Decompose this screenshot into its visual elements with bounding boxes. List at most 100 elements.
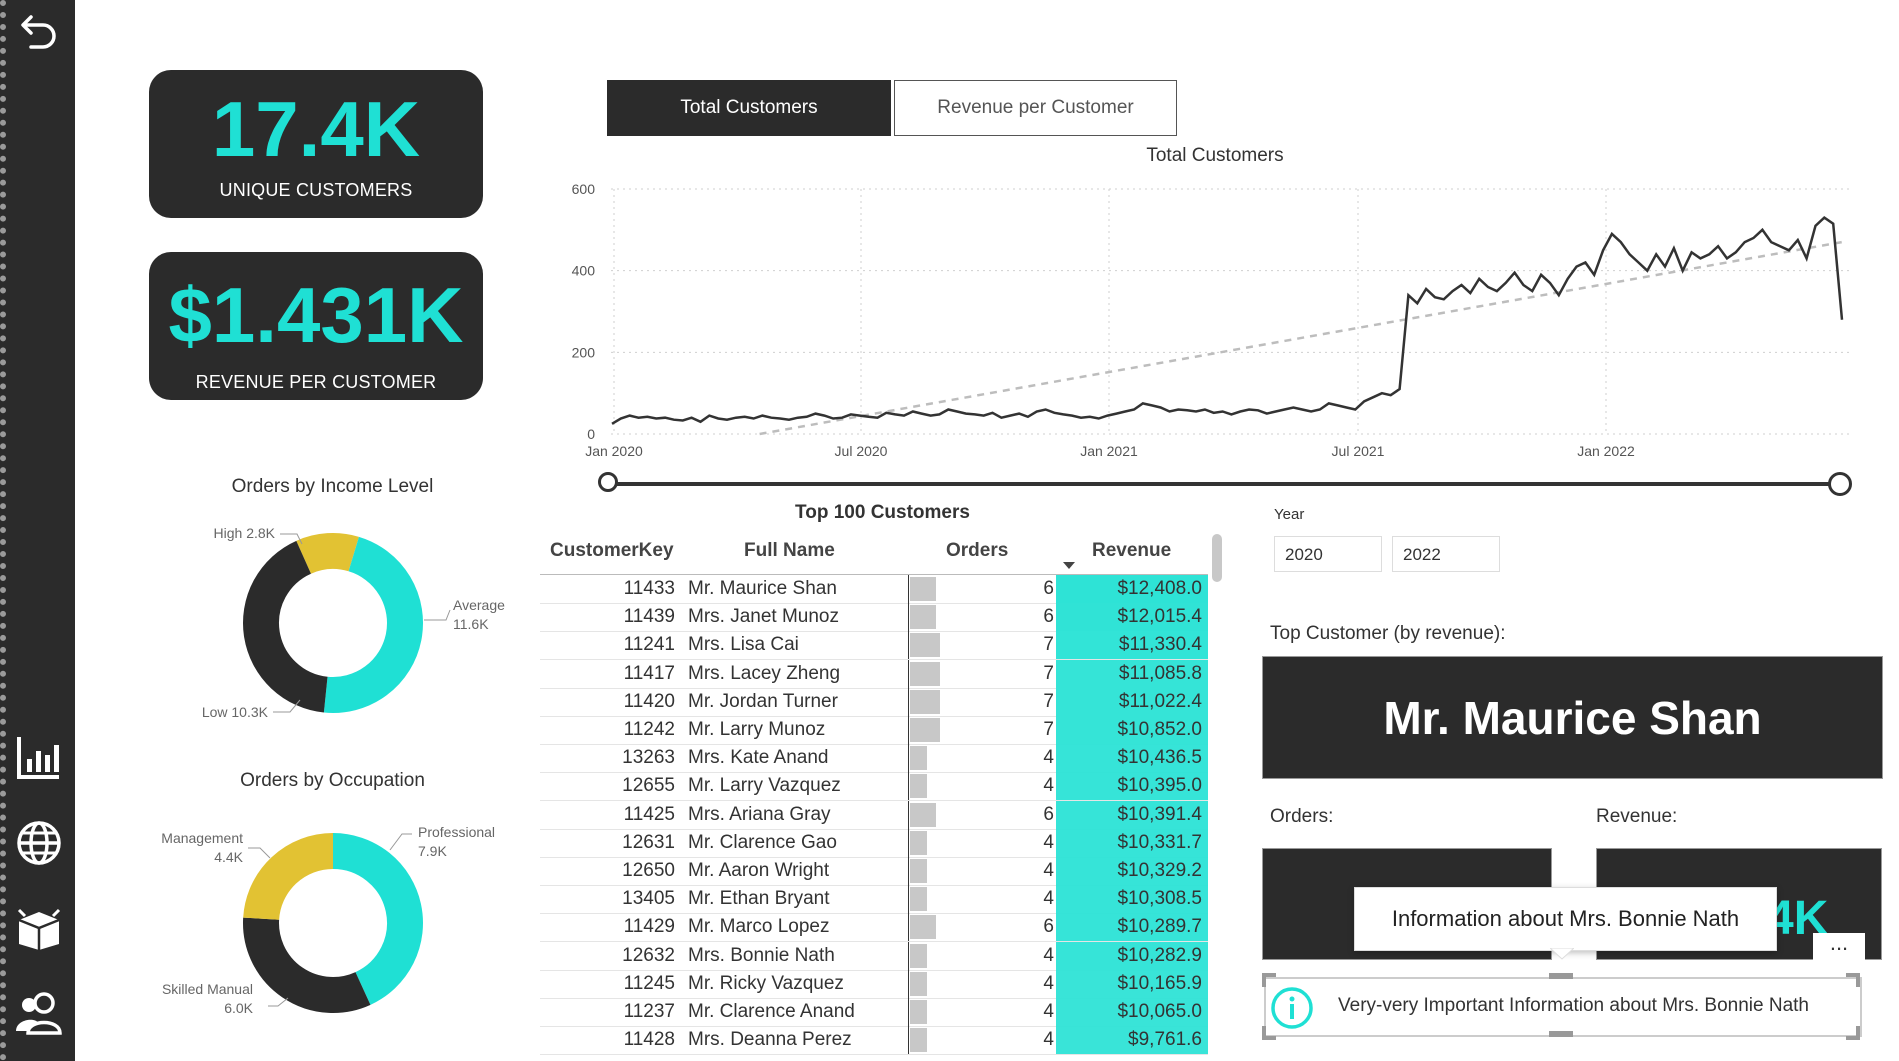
column-divider	[908, 603, 909, 632]
cell-revenue: $10,852.0	[1056, 716, 1208, 744]
cell-full-name: Mr. Clarence Anand	[688, 1001, 855, 1022]
header-customerkey[interactable]: CustomerKey	[550, 540, 674, 562]
resize-handle-top[interactable]	[1549, 973, 1573, 979]
bar-chart-icon[interactable]	[14, 732, 64, 782]
x-tick-label: Jan 2021	[1080, 443, 1138, 459]
slice-label: Low 10.3K	[202, 704, 269, 720]
cell-customerkey: 11237	[623, 1001, 675, 1022]
cell-revenue: $10,436.5	[1056, 744, 1208, 773]
top-customer-card: Mr. Maurice Shan	[1262, 656, 1883, 779]
more-options-button[interactable]: ...	[1813, 932, 1865, 963]
donut-income-title: Orders by Income Level	[231, 476, 434, 497]
column-divider	[908, 772, 909, 801]
donut-income-level: High 2.8K Average 11.6K Low 10.3K	[202, 525, 505, 720]
slice-label: 6.0K	[224, 1000, 253, 1016]
table-row[interactable]: 11242 Mr. Larry Munoz 7 $10,852.0	[540, 716, 1208, 745]
table-row[interactable]: 11417 Mrs. Lacey Zheng 7 $11,085.8	[540, 659, 1208, 689]
line-chart-title: Total Customers	[1146, 145, 1284, 166]
orders-label: Orders:	[1270, 806, 1334, 827]
resize-handle-bottom-right[interactable]	[1846, 1026, 1860, 1040]
line-chart: 0 200 400 600 Jan 2020 Jul 2020 Jan 2021 Jul 2…	[572, 181, 1850, 459]
revenue-value: $10,331.7	[1117, 831, 1202, 853]
column-divider	[908, 969, 909, 998]
donut-slice-professional	[332, 833, 423, 1005]
revenue-value: $10,436.5	[1117, 747, 1202, 769]
tab-total-customers[interactable]: Total Customers	[607, 80, 891, 136]
resize-handle-bottom-left[interactable]	[1262, 1026, 1276, 1040]
table-row[interactable]: 11241 Mrs. Lisa Cai 7 $11,330.4	[540, 631, 1208, 661]
resize-handle-top-left[interactable]	[1262, 973, 1276, 987]
year-to-input[interactable]: 2022	[1392, 536, 1500, 572]
header-revenue[interactable]: Revenue	[1092, 540, 1171, 562]
revenue-value: $10,282.9	[1117, 944, 1202, 966]
donut-occupation: Professional 7.9K Skilled Manual 6.0K Manage…	[161, 824, 495, 1016]
resize-handle-top-right[interactable]	[1846, 973, 1860, 987]
table-row[interactable]: 11425 Mrs. Ariana Gray 6 $10,391.4	[540, 800, 1208, 830]
orders-databar	[910, 633, 940, 658]
back-arrow-icon[interactable]	[14, 6, 64, 56]
column-divider	[908, 998, 909, 1026]
table-row[interactable]: 13263 Mrs. Kate Anand 4 $10,436.5	[540, 744, 1208, 774]
people-icon[interactable]	[14, 988, 64, 1038]
cell-customerkey: 11425	[623, 803, 675, 825]
cell-full-name: Mr. Ricky Vazquez	[688, 972, 844, 994]
cell-full-name: Mrs. Deanna Perez	[688, 1029, 852, 1051]
donut-slice-skilled-manual	[243, 917, 371, 1013]
table-row[interactable]: 12650 Mr. Aaron Wright 4 $10,329.2	[540, 857, 1208, 886]
table-row[interactable]: 11245 Mr. Ricky Vazquez 4 $10,165.9	[540, 969, 1208, 999]
cell-revenue: $10,329.2	[1056, 857, 1208, 885]
series-line-total-customers	[611, 216, 1844, 425]
cell-full-name: Mrs. Kate Anand	[688, 747, 829, 769]
table-row[interactable]: 11420 Mr. Jordan Turner 7 $11,022.4	[540, 687, 1208, 717]
slider-handle-end[interactable]	[1828, 472, 1852, 496]
globe-icon[interactable]	[14, 818, 64, 868]
cell-orders: 4	[910, 942, 1060, 970]
orders-value: 4	[1043, 944, 1054, 966]
info-box[interactable]: Very-very Important Information about Mr…	[1264, 977, 1862, 1037]
header-orders[interactable]: Orders	[946, 540, 1008, 562]
table-row[interactable]: 13405 Mr. Ethan Bryant 4 $10,308.5	[540, 885, 1208, 915]
tab-revenue-per-customer[interactable]: Revenue per Customer	[894, 80, 1177, 136]
table-row[interactable]: 11428 Mrs. Deanna Perez 4 $9,761.6	[540, 1026, 1208, 1056]
table-row[interactable]: 11439 Mrs. Janet Munoz 6 $12,015.4	[540, 603, 1208, 633]
sort-descending-icon[interactable]	[1062, 560, 1076, 570]
top-customer-label: Top Customer (by revenue):	[1270, 623, 1506, 644]
slice-label: 7.9K	[418, 843, 447, 859]
top-customers-table: CustomerKey Full Name Orders Revenue 114…	[540, 530, 1208, 1061]
column-divider	[908, 941, 909, 970]
orders-databar	[910, 971, 928, 996]
table-row[interactable]: 12655 Mr. Larry Vazquez 4 $10,395.0	[540, 772, 1208, 802]
header-full-name[interactable]: Full Name	[744, 540, 835, 562]
cell-full-name: Mrs. Bonnie Nath	[688, 944, 835, 966]
cell-orders: 6	[910, 575, 1060, 603]
revenue-value: $10,329.2	[1117, 860, 1202, 881]
revenue-label: Revenue:	[1596, 806, 1678, 827]
info-icon	[1271, 987, 1313, 1029]
cell-revenue: $10,065.0	[1056, 998, 1208, 1026]
cell-customerkey: 11428	[623, 1029, 675, 1051]
revenue-value: $12,015.4	[1117, 606, 1202, 628]
resize-handle-bottom[interactable]	[1549, 1031, 1573, 1037]
table-row[interactable]: 11433 Mr. Maurice Shan 6 $12,408.0	[540, 575, 1208, 604]
kpi-label: REVENUE PER CUSTOMER	[195, 372, 437, 392]
orders-databar	[910, 830, 928, 855]
donut-occupation-title: Orders by Occupation	[240, 770, 425, 791]
table-row[interactable]: 12632 Mrs. Bonnie Nath 4 $10,282.9	[540, 941, 1208, 971]
cell-customerkey: 11420	[623, 690, 675, 712]
table-row[interactable]: 11429 Mr. Marco Lopez 6 $10,289.7	[540, 913, 1208, 943]
year-from-input[interactable]: 2020	[1274, 536, 1382, 572]
orders-databar	[910, 718, 940, 742]
table-scrollbar[interactable]	[1212, 534, 1222, 582]
cell-customerkey: 11245	[623, 972, 675, 994]
slider-handle-start[interactable]	[598, 472, 618, 492]
donut-slice-management	[243, 833, 334, 921]
y-tick-label: 600	[572, 181, 596, 197]
table-row[interactable]: 11237 Mr. Clarence Anand 4 $10,065.0	[540, 998, 1208, 1027]
box-icon[interactable]	[14, 903, 64, 953]
orders-databar	[910, 605, 936, 630]
leader-line	[268, 997, 289, 1007]
orders-value: 4	[1043, 1029, 1054, 1051]
cell-full-name: Mrs. Ariana Gray	[688, 803, 831, 825]
cell-revenue: $10,282.9	[1056, 941, 1208, 970]
table-row[interactable]: 12631 Mr. Clarence Gao 4 $10,331.7	[540, 828, 1208, 858]
